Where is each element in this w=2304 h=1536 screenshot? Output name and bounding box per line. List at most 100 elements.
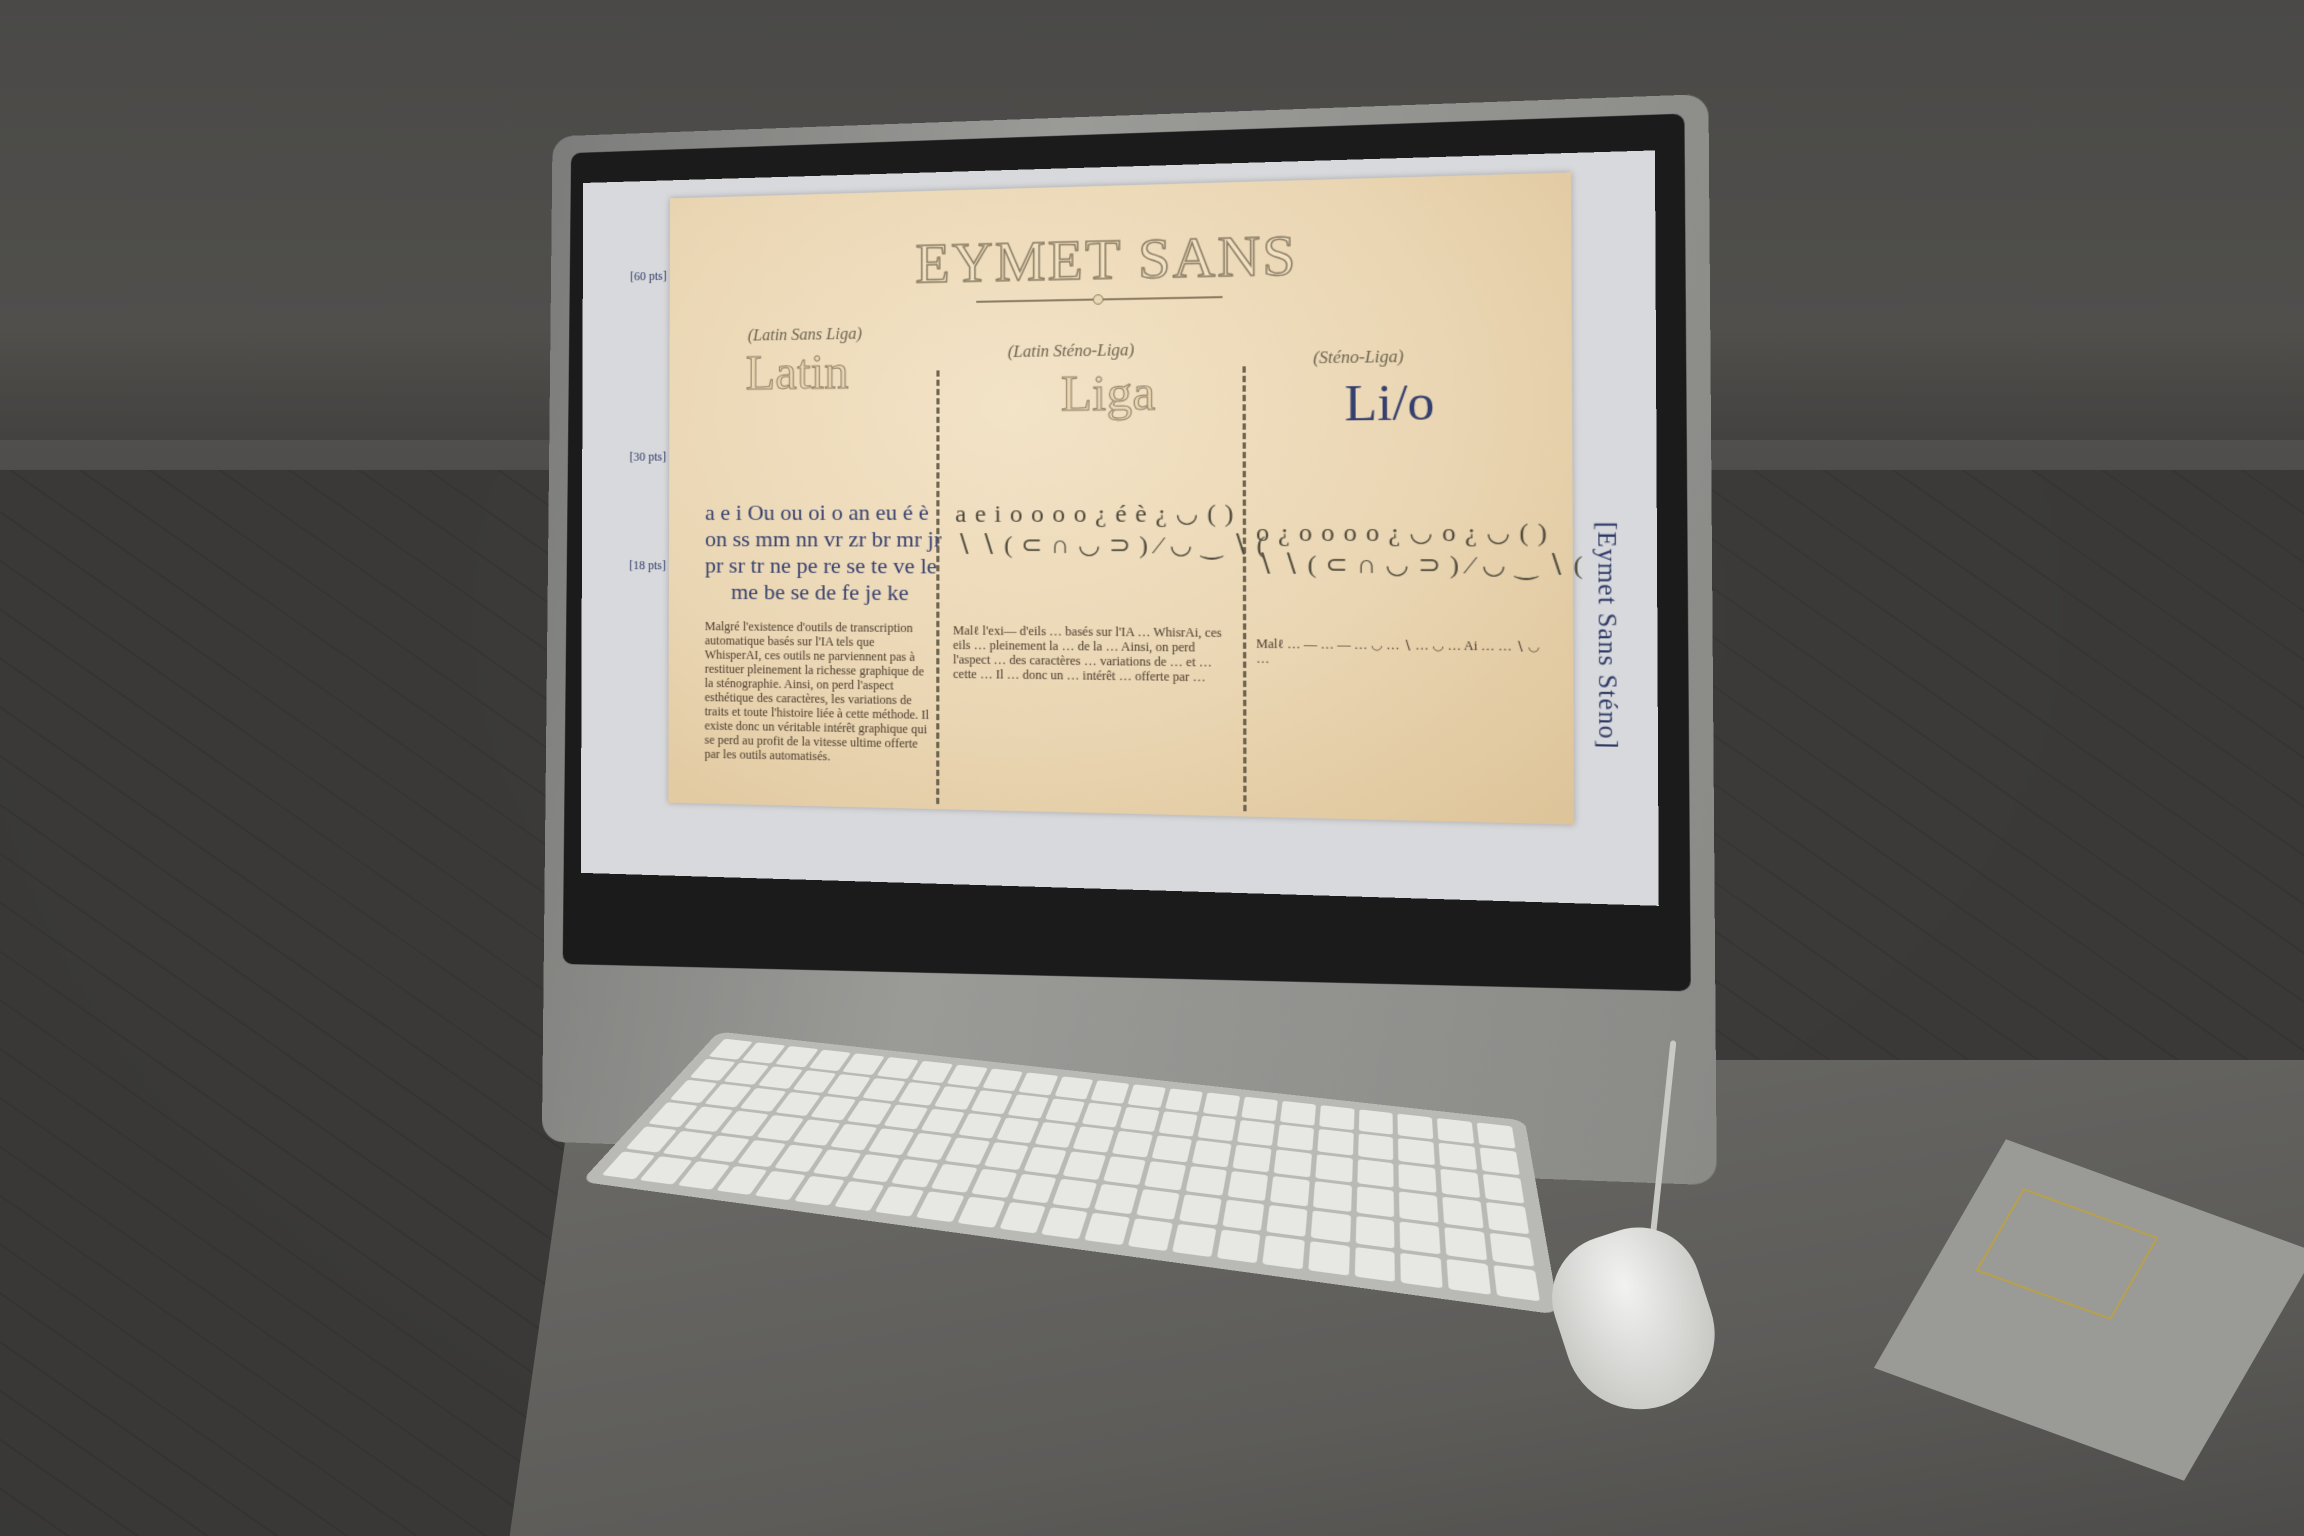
keyboard-key	[930, 1163, 978, 1193]
keyboard-key	[1355, 1215, 1395, 1249]
keyboard-key	[1310, 1210, 1351, 1243]
glyph-row: a e i o o o o ¿ é è ¿ ◡ ( )	[955, 500, 1235, 529]
keyboard-key	[1034, 1121, 1077, 1149]
keyboard-key	[1112, 1130, 1154, 1158]
size-label-30: [30 pts]	[629, 449, 667, 464]
keyboard-key	[1314, 1154, 1353, 1183]
keyboard-key	[1197, 1115, 1236, 1142]
photo-scene: [60 pts] [30 pts] [18 pts] [Eymet Sans S…	[0, 0, 2304, 1536]
keyboard-key	[1276, 1124, 1314, 1151]
keyboard-key	[934, 1086, 977, 1111]
keyboard-key	[1398, 1164, 1437, 1194]
column-subtitle: (Sténo-Liga)	[1313, 348, 1404, 368]
keyboard-key	[1438, 1142, 1478, 1171]
keyboard-key	[1185, 1166, 1227, 1196]
keyboard-key	[1063, 1151, 1107, 1180]
keyboard-key	[1216, 1229, 1261, 1264]
keyboard-key	[1222, 1199, 1265, 1231]
keyboard-key	[995, 1117, 1039, 1144]
keyboard-key	[1084, 1212, 1131, 1246]
keyboard-key	[1437, 1118, 1475, 1145]
keyboard-key	[1165, 1088, 1203, 1113]
keyboard-key	[1493, 1264, 1540, 1302]
keyboard-key	[915, 1191, 965, 1223]
keyboard-key	[1312, 1181, 1352, 1212]
keyboard-key	[1400, 1221, 1441, 1255]
keyboard-key	[874, 1185, 925, 1217]
column-divider	[936, 370, 940, 805]
column-heading: Liga	[1060, 365, 1156, 422]
keyboard-key	[1446, 1258, 1492, 1295]
keyboard-key	[1128, 1218, 1174, 1252]
keyboard-key	[1120, 1106, 1160, 1133]
keyboard-key	[1399, 1191, 1439, 1223]
keyboard-key	[1440, 1168, 1481, 1199]
keyboard-key	[1041, 1207, 1089, 1240]
side-caption: [Eymet Sans Sténo]	[1591, 521, 1623, 750]
keyboard-key	[1262, 1235, 1305, 1270]
keyboard-key	[1179, 1194, 1222, 1226]
glyph-row: on ss mm nn vr zr br mr jr	[704, 525, 942, 552]
keyboard-key	[1318, 1105, 1355, 1131]
keyboard-key	[920, 1108, 965, 1135]
keyboard-key	[1158, 1111, 1198, 1137]
keyboard-key	[982, 1068, 1023, 1092]
keyboard-key	[1356, 1159, 1395, 1188]
keyboard-key	[1486, 1202, 1530, 1235]
keyboard-key	[1241, 1096, 1278, 1122]
keyboard-key	[1356, 1186, 1395, 1218]
keyboard-key	[906, 1133, 952, 1161]
paragraph: Malgré l'existence d'outils de transcrip…	[704, 619, 930, 764]
keyboard-key	[1400, 1252, 1443, 1289]
keyboard-key	[1227, 1171, 1268, 1201]
keyboard-key	[1044, 1098, 1086, 1124]
keyboard-key	[970, 1090, 1013, 1115]
keyboard-key	[1489, 1232, 1535, 1267]
keyboard-key	[1476, 1122, 1516, 1149]
column-divider	[1242, 366, 1247, 812]
keyboard-key	[1307, 1240, 1350, 1276]
keyboard-key	[1103, 1156, 1146, 1186]
paragraph: Malℓ l'exi— d'eils … basés sur l'IA … Wh…	[952, 623, 1222, 685]
keyboard-key	[1094, 1183, 1139, 1215]
keyboard-key	[891, 1158, 939, 1188]
title-ornament-icon	[1092, 294, 1104, 305]
size-label-18: [18 pts]	[629, 558, 666, 573]
glyph-row: me be se de fe je ke	[731, 578, 909, 606]
keyboard-key	[1442, 1196, 1484, 1229]
keyboard-key	[1236, 1120, 1275, 1147]
keyboard-key	[1316, 1128, 1354, 1156]
paragraph: Malℓ … — … — … ◡ … ∖ … ◡ … Ai … … ∖ ◡ …	[1256, 636, 1540, 667]
card-title: EYMET SANS	[915, 223, 1299, 296]
keyboard-key	[1144, 1161, 1187, 1191]
glyph-row: o ¿ o o o o ¿ ◡ o ¿ ◡ ( )	[1255, 519, 1549, 548]
keyboard-key	[897, 1082, 941, 1106]
column-heading: Latin	[745, 345, 849, 401]
glyph-row: a e i Ou ou oi o an eu é è	[705, 499, 929, 525]
keyboard-key	[883, 1104, 929, 1130]
keyboard-key	[1273, 1149, 1312, 1178]
keyboard-key	[1011, 1173, 1058, 1204]
keyboard-key	[1127, 1084, 1167, 1109]
keyboard-key	[999, 1201, 1047, 1234]
column-subtitle: (Latin Sténo-Liga)	[1007, 341, 1135, 362]
keyboard-key	[944, 1137, 990, 1165]
keyboard-key	[970, 1168, 1018, 1198]
column-heading: Li/o	[1344, 374, 1435, 433]
keyboard-key	[958, 1113, 1002, 1139]
keyboard-key	[1266, 1204, 1308, 1237]
keyboard-key	[1397, 1113, 1434, 1140]
keyboard-key	[1232, 1144, 1272, 1173]
keyboard-key	[1354, 1246, 1396, 1282]
keyboard-key	[1482, 1173, 1525, 1204]
keyboard-key	[1090, 1080, 1130, 1104]
keyboard-key	[1052, 1178, 1098, 1209]
keyboard-key	[1398, 1138, 1436, 1166]
keyboard-key	[1191, 1140, 1232, 1168]
keyboard-key	[1136, 1188, 1180, 1220]
keyboard-key	[957, 1196, 1006, 1228]
keyboard-key	[946, 1064, 988, 1088]
keyboard-key	[1151, 1135, 1193, 1163]
keyboard-key	[1357, 1133, 1394, 1161]
keyboard-key	[983, 1142, 1029, 1170]
